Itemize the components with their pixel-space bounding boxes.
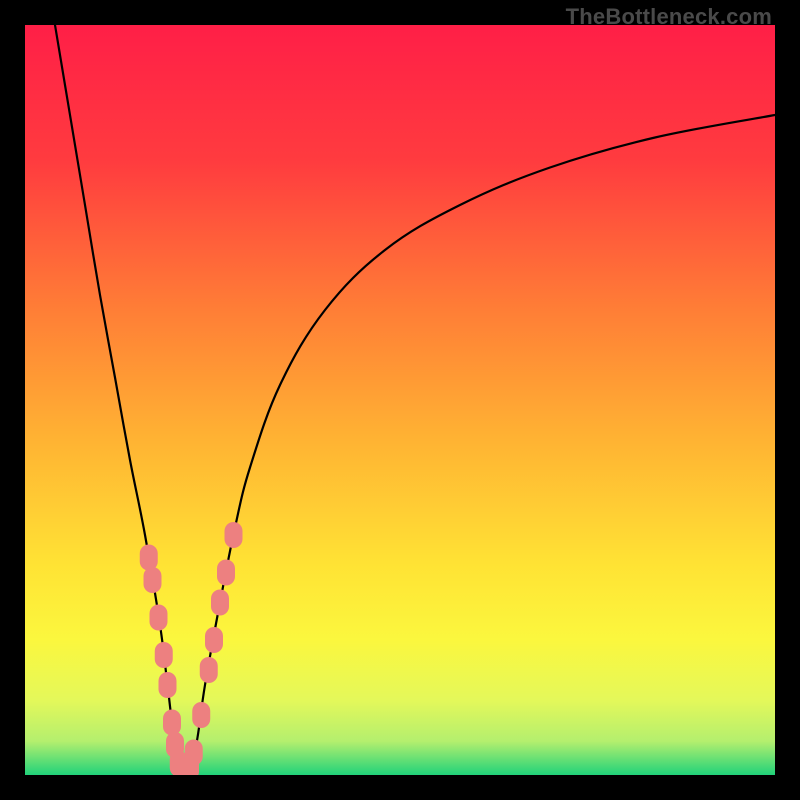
data-marker (185, 740, 203, 766)
data-marker (225, 522, 243, 548)
data-marker (205, 627, 223, 653)
data-marker (163, 710, 181, 736)
data-marker (200, 657, 218, 683)
plot-area (25, 25, 775, 775)
data-marker (217, 560, 235, 586)
watermark-text: TheBottleneck.com (566, 4, 772, 30)
data-marker (144, 567, 162, 593)
data-marker (155, 642, 173, 668)
data-marker (211, 590, 229, 616)
data-marker (140, 545, 158, 571)
outer-frame: TheBottleneck.com (0, 0, 800, 800)
data-marker (150, 605, 168, 631)
data-marker (159, 672, 177, 698)
data-marker (192, 702, 210, 728)
chart-svg (25, 25, 775, 775)
marker-group (140, 522, 243, 775)
